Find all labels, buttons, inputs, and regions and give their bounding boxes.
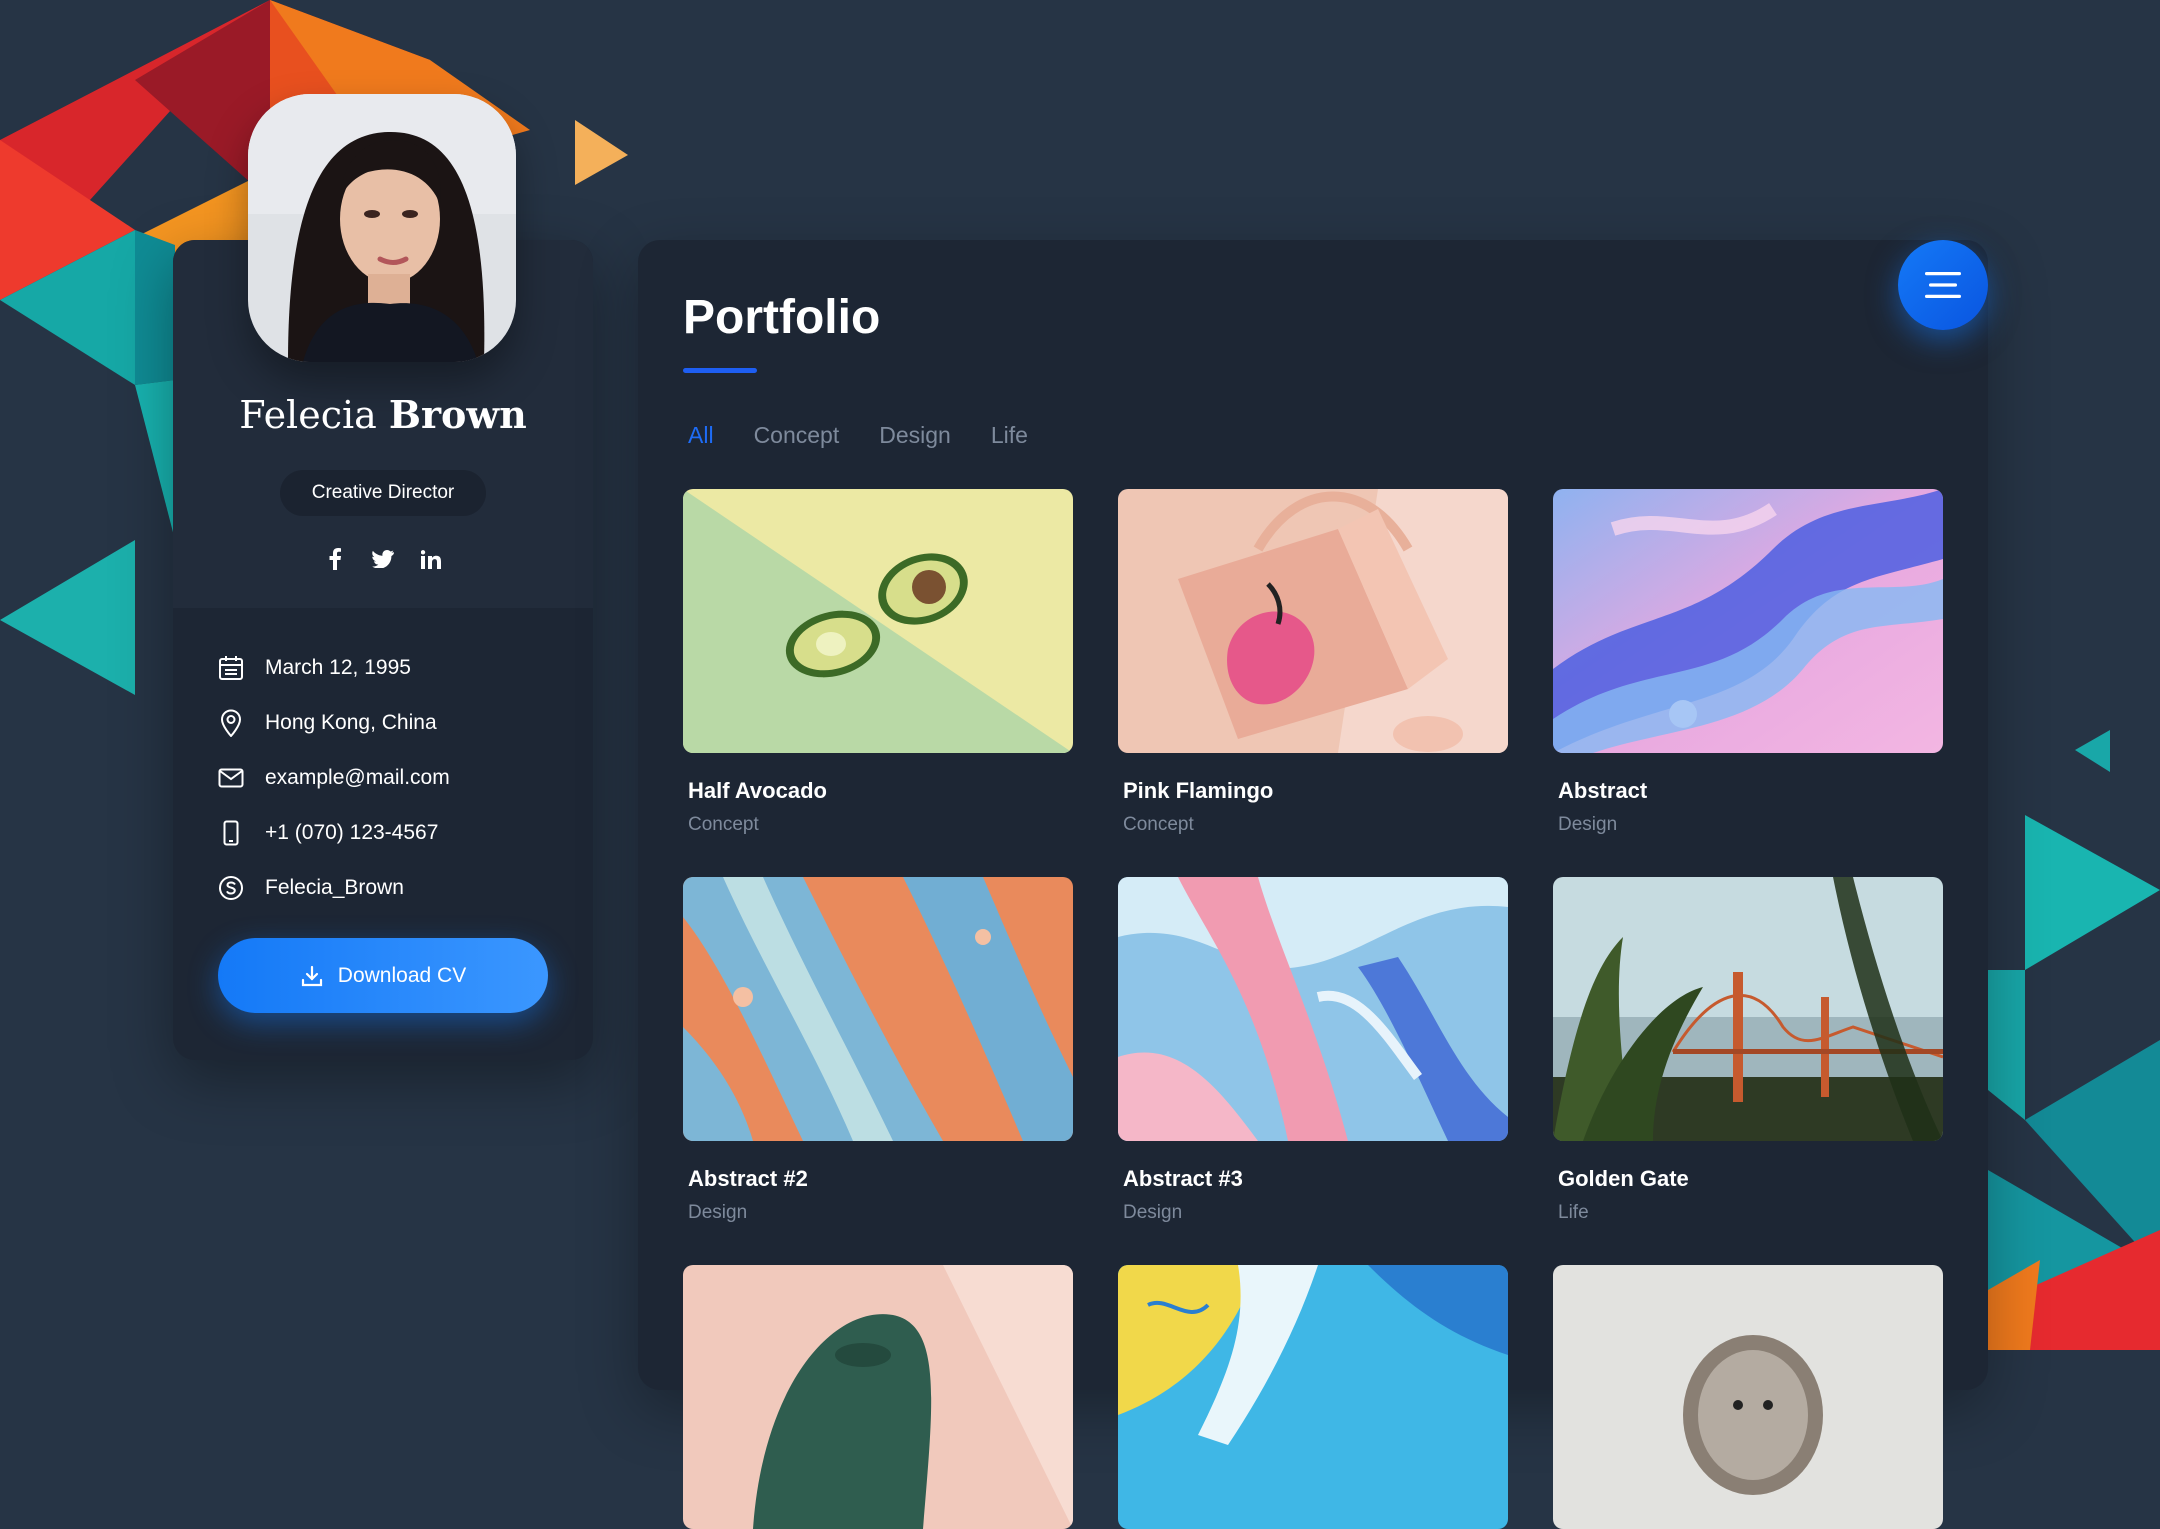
portfolio-item — [1118, 1265, 1508, 1529]
page-title: Portfolio — [683, 291, 881, 344]
portfolio-item: Abstract Design — [1553, 489, 1943, 835]
last-name: Brown — [388, 392, 527, 437]
filter-tabs: All Concept Design Life — [688, 422, 1028, 449]
item-title[interactable]: Abstract — [1558, 778, 1647, 804]
portfolio-panel: Portfolio All Concept Design Life Half A… — [638, 240, 1988, 1529]
skype-text[interactable]: Felecia_Brown — [265, 876, 404, 900]
skype-icon — [217, 874, 245, 902]
portfolio-thumbnail[interactable] — [1553, 877, 1943, 1141]
item-title[interactable]: Golden Gate — [1558, 1166, 1689, 1192]
contact-info-list: March 12, 1995 Hong Kong, China example@… — [217, 640, 577, 915]
info-email: example@mail.com — [217, 750, 577, 805]
title-underline — [683, 368, 757, 373]
filter-concept[interactable]: Concept — [754, 422, 840, 449]
first-name: Felecia — [239, 393, 377, 437]
portfolio-thumbnail[interactable] — [1118, 489, 1508, 753]
phone-icon — [217, 819, 245, 847]
portfolio-item — [1553, 1265, 1943, 1529]
facebook-icon[interactable] — [324, 548, 346, 570]
portfolio-thumbnail[interactable] — [1118, 877, 1508, 1141]
item-category: Life — [1558, 1202, 1589, 1223]
twitter-icon[interactable] — [372, 548, 394, 570]
profile-name: Felecia Brown — [173, 392, 593, 437]
menu-button[interactable] — [1898, 240, 1988, 330]
filter-design[interactable]: Design — [879, 422, 951, 449]
item-category: Design — [688, 1202, 748, 1223]
birthday-text: March 12, 1995 — [265, 655, 411, 679]
portfolio-thumbnail[interactable] — [683, 1265, 1073, 1529]
item-title[interactable]: Half Avocado — [688, 778, 827, 804]
portfolio-item: Pink Flamingo Concept — [1118, 489, 1508, 835]
item-title[interactable]: Abstract #3 — [1123, 1166, 1243, 1192]
info-birthday: March 12, 1995 — [217, 640, 577, 695]
hamburger-icon — [1925, 272, 1961, 298]
info-skype: Felecia_Brown — [217, 860, 577, 915]
portfolio-thumbnail[interactable] — [1118, 1265, 1508, 1529]
portfolio-item — [683, 1265, 1073, 1529]
filter-all[interactable]: All — [688, 422, 714, 449]
item-category: Design — [1123, 1202, 1183, 1223]
email-text[interactable]: example@mail.com — [265, 766, 450, 790]
phone-text[interactable]: +1 (070) 123-4567 — [265, 821, 438, 845]
linkedin-icon[interactable] — [420, 548, 442, 570]
item-category: Design — [1558, 814, 1618, 835]
portfolio-item: Half Avocado Concept — [683, 489, 1073, 835]
download-cv-button[interactable]: Download CV — [218, 938, 548, 1013]
location-pin-icon — [217, 708, 245, 737]
portfolio-thumbnail[interactable] — [683, 489, 1073, 753]
role-badge: Creative Director — [280, 470, 486, 516]
portfolio-item: Abstract #2 Design — [683, 877, 1073, 1223]
portfolio-item: Abstract #3 Design — [1118, 877, 1508, 1223]
item-title[interactable]: Pink Flamingo — [1123, 778, 1273, 804]
social-links — [173, 548, 593, 570]
calendar-icon — [217, 654, 245, 682]
info-phone: +1 (070) 123-4567 — [217, 805, 577, 860]
info-location: Hong Kong, China — [217, 695, 577, 750]
item-category: Concept — [688, 814, 759, 835]
portfolio-thumbnail[interactable] — [683, 877, 1073, 1141]
location-text: Hong Kong, China — [265, 710, 437, 734]
profile-card: Felecia Brown Creative Director March 12… — [173, 94, 593, 1060]
portfolio-thumbnail[interactable] — [1553, 489, 1943, 753]
download-cv-label: Download CV — [337, 963, 467, 987]
mail-icon — [217, 764, 245, 792]
item-title[interactable]: Abstract #2 — [688, 1166, 808, 1192]
portfolio-item: Golden Gate Life — [1553, 877, 1943, 1223]
avatar — [248, 94, 516, 362]
filter-life[interactable]: Life — [991, 422, 1028, 449]
portfolio-thumbnail[interactable] — [1553, 1265, 1943, 1529]
item-category: Concept — [1123, 814, 1194, 835]
download-icon — [300, 964, 324, 988]
